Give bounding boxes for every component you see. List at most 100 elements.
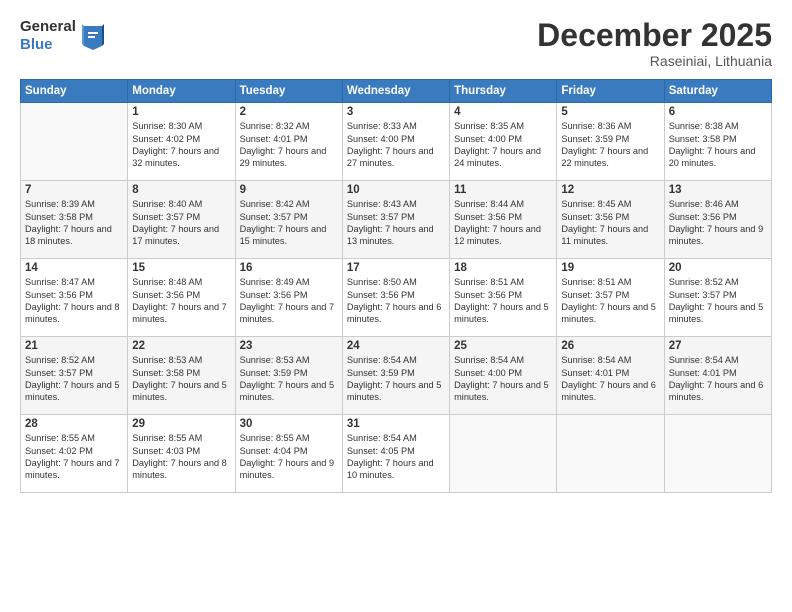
day-info: Sunrise: 8:54 AM Sunset: 4:01 PM Dayligh…: [669, 354, 767, 404]
day-number: 28: [25, 418, 123, 430]
day-info: Sunrise: 8:47 AM Sunset: 3:56 PM Dayligh…: [25, 276, 123, 326]
calendar-cell: 28 Sunrise: 8:55 AM Sunset: 4:02 PM Dayli…: [21, 415, 128, 493]
calendar-cell: 24 Sunrise: 8:54 AM Sunset: 3:59 PM Dayli…: [342, 337, 449, 415]
calendar-cell: 8 Sunrise: 8:40 AM Sunset: 3:57 PM Daylig…: [128, 181, 235, 259]
calendar-cell: 15 Sunrise: 8:48 AM Sunset: 3:56 PM Dayli…: [128, 259, 235, 337]
calendar-cell: 23Sunrise: 8:53 AM Sunset: 3:59 PM Dayli…: [235, 337, 342, 415]
day-info: Sunrise: 8:32 AM Sunset: 4:01 PM Dayligh…: [240, 120, 338, 170]
calendar-cell: 5 Sunrise: 8:36 AM Sunset: 3:59 PM Daylig…: [557, 103, 664, 181]
calendar-cell: 18 Sunrise: 8:51 AM Sunset: 3:56 PM Dayli…: [450, 259, 557, 337]
calendar-week-row: 7 Sunrise: 8:39 AM Sunset: 3:58 PM Daylig…: [21, 181, 772, 259]
title-block: December 2025 Raseiniai, Lithuania: [537, 18, 772, 69]
day-number: 7: [25, 184, 123, 196]
calendar-cell: 17Sunrise: 8:50 AM Sunset: 3:56 PM Dayli…: [342, 259, 449, 337]
calendar-cell: 9Sunrise: 8:42 AM Sunset: 3:57 PM Daylig…: [235, 181, 342, 259]
calendar-week-row: 1 Sunrise: 8:30 AM Sunset: 4:02 PM Daylig…: [21, 103, 772, 181]
day-info: Sunrise: 8:40 AM Sunset: 3:57 PM Dayligh…: [132, 198, 230, 248]
day-info: Sunrise: 8:48 AM Sunset: 3:56 PM Dayligh…: [132, 276, 230, 326]
day-info: Sunrise: 8:54 AM Sunset: 3:59 PM Dayligh…: [347, 354, 445, 404]
day-number: 14: [25, 262, 123, 274]
day-info: Sunrise: 8:51 AM Sunset: 3:56 PM Dayligh…: [454, 276, 552, 326]
calendar-cell: 14 Sunrise: 8:47 AM Sunset: 3:56 PM Dayli…: [21, 259, 128, 337]
calendar-cell: 11 Sunrise: 8:44 AM Sunset: 3:56 PM Dayli…: [450, 181, 557, 259]
calendar-cell: 19 Sunrise: 8:51 AM Sunset: 3:57 PM Dayli…: [557, 259, 664, 337]
calendar-cell: 10Sunrise: 8:43 AM Sunset: 3:57 PM Dayli…: [342, 181, 449, 259]
day-number: 1: [132, 106, 230, 118]
day-info: Sunrise: 8:49 AM Sunset: 3:56 PM Dayligh…: [240, 276, 338, 326]
day-number: 11: [454, 184, 552, 196]
weekday-header-wednesday: Wednesday: [342, 80, 449, 103]
day-number: 21: [25, 340, 123, 352]
calendar-cell: 25 Sunrise: 8:54 AM Sunset: 4:00 PM Dayli…: [450, 337, 557, 415]
day-info: Sunrise: 8:44 AM Sunset: 3:56 PM Dayligh…: [454, 198, 552, 248]
calendar-cell: 20Sunrise: 8:52 AM Sunset: 3:57 PM Dayli…: [664, 259, 771, 337]
logo-general: General: [20, 18, 76, 36]
logo: General Blue: [20, 18, 104, 54]
day-info: Sunrise: 8:50 AM Sunset: 3:56 PM Dayligh…: [347, 276, 445, 326]
calendar-cell: 1 Sunrise: 8:30 AM Sunset: 4:02 PM Daylig…: [128, 103, 235, 181]
day-info: Sunrise: 8:42 AM Sunset: 3:57 PM Dayligh…: [240, 198, 338, 248]
calendar-cell: [450, 415, 557, 493]
calendar-cell: 3 Sunrise: 8:33 AM Sunset: 4:00 PM Daylig…: [342, 103, 449, 181]
header: General Blue December 2025 Raseiniai, Li…: [20, 18, 772, 69]
day-info: Sunrise: 8:52 AM Sunset: 3:57 PM Dayligh…: [669, 276, 767, 326]
day-number: 25: [454, 340, 552, 352]
day-info: Sunrise: 8:54 AM Sunset: 4:01 PM Dayligh…: [561, 354, 659, 404]
weekday-header-sunday: Sunday: [21, 80, 128, 103]
day-number: 15: [132, 262, 230, 274]
weekday-header-row: SundayMondayTuesdayWednesdayThursdayFrid…: [21, 80, 772, 103]
day-number: 6: [669, 106, 767, 118]
day-number: 8: [132, 184, 230, 196]
day-number: 12: [561, 184, 659, 196]
day-number: 5: [561, 106, 659, 118]
calendar-table: SundayMondayTuesdayWednesdayThursdayFrid…: [20, 79, 772, 493]
calendar-cell: 13Sunrise: 8:46 AM Sunset: 3:56 PM Dayli…: [664, 181, 771, 259]
day-number: 30: [240, 418, 338, 430]
day-info: Sunrise: 8:45 AM Sunset: 3:56 PM Dayligh…: [561, 198, 659, 248]
day-info: Sunrise: 8:51 AM Sunset: 3:57 PM Dayligh…: [561, 276, 659, 326]
day-number: 31: [347, 418, 445, 430]
calendar-cell: [557, 415, 664, 493]
logo-icon: [82, 22, 104, 50]
day-number: 13: [669, 184, 767, 196]
day-info: Sunrise: 8:54 AM Sunset: 4:00 PM Dayligh…: [454, 354, 552, 404]
calendar-cell: 22Sunrise: 8:53 AM Sunset: 3:58 PM Dayli…: [128, 337, 235, 415]
weekday-header-monday: Monday: [128, 80, 235, 103]
calendar-cell: 26Sunrise: 8:54 AM Sunset: 4:01 PM Dayli…: [557, 337, 664, 415]
calendar-cell: 21 Sunrise: 8:52 AM Sunset: 3:57 PM Dayli…: [21, 337, 128, 415]
calendar-cell: [664, 415, 771, 493]
day-info: Sunrise: 8:33 AM Sunset: 4:00 PM Dayligh…: [347, 120, 445, 170]
day-info: Sunrise: 8:55 AM Sunset: 4:02 PM Dayligh…: [25, 432, 123, 482]
calendar-cell: 27Sunrise: 8:54 AM Sunset: 4:01 PM Dayli…: [664, 337, 771, 415]
day-info: Sunrise: 8:30 AM Sunset: 4:02 PM Dayligh…: [132, 120, 230, 170]
day-number: 23: [240, 340, 338, 352]
day-number: 18: [454, 262, 552, 274]
day-number: 24: [347, 340, 445, 352]
calendar-page: General Blue December 2025 Raseiniai, Li…: [0, 0, 792, 612]
day-info: Sunrise: 8:39 AM Sunset: 3:58 PM Dayligh…: [25, 198, 123, 248]
day-info: Sunrise: 8:38 AM Sunset: 3:58 PM Dayligh…: [669, 120, 767, 170]
day-number: 10: [347, 184, 445, 196]
calendar-cell: 4Sunrise: 8:35 AM Sunset: 4:00 PM Daylig…: [450, 103, 557, 181]
calendar-week-row: 21 Sunrise: 8:52 AM Sunset: 3:57 PM Dayli…: [21, 337, 772, 415]
day-number: 2: [240, 106, 338, 118]
weekday-header-friday: Friday: [557, 80, 664, 103]
day-info: Sunrise: 8:36 AM Sunset: 3:59 PM Dayligh…: [561, 120, 659, 170]
day-info: Sunrise: 8:54 AM Sunset: 4:05 PM Dayligh…: [347, 432, 445, 482]
location-subtitle: Raseiniai, Lithuania: [537, 53, 772, 69]
calendar-cell: 6 Sunrise: 8:38 AM Sunset: 3:58 PM Daylig…: [664, 103, 771, 181]
calendar-cell: 16 Sunrise: 8:49 AM Sunset: 3:56 PM Dayli…: [235, 259, 342, 337]
day-number: 19: [561, 262, 659, 274]
day-info: Sunrise: 8:55 AM Sunset: 4:04 PM Dayligh…: [240, 432, 338, 482]
weekday-header-thursday: Thursday: [450, 80, 557, 103]
day-number: 3: [347, 106, 445, 118]
calendar-cell: 30 Sunrise: 8:55 AM Sunset: 4:04 PM Dayli…: [235, 415, 342, 493]
day-info: Sunrise: 8:35 AM Sunset: 4:00 PM Dayligh…: [454, 120, 552, 170]
calendar-cell: 2 Sunrise: 8:32 AM Sunset: 4:01 PM Daylig…: [235, 103, 342, 181]
calendar-cell: 12 Sunrise: 8:45 AM Sunset: 3:56 PM Dayli…: [557, 181, 664, 259]
weekday-header-saturday: Saturday: [664, 80, 771, 103]
day-number: 16: [240, 262, 338, 274]
logo-text-block: General Blue: [20, 18, 76, 54]
day-info: Sunrise: 8:55 AM Sunset: 4:03 PM Dayligh…: [132, 432, 230, 482]
day-info: Sunrise: 8:52 AM Sunset: 3:57 PM Dayligh…: [25, 354, 123, 404]
